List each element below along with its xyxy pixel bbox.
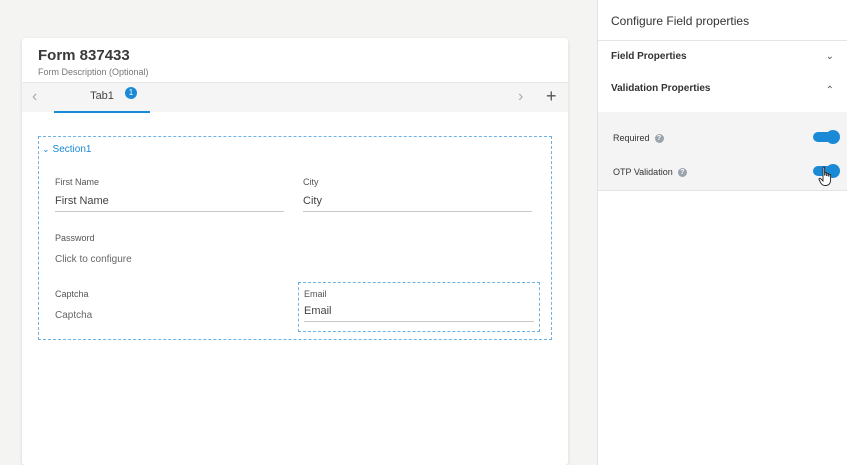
tab-tab1[interactable]: Tab1 1 — [54, 83, 150, 113]
accordion-validation-properties[interactable]: Validation Properties ⌃ — [598, 73, 847, 105]
otp-validation-label: OTP Validation? — [613, 167, 687, 178]
section-header[interactable]: ⌄ Section1 — [42, 144, 91, 155]
accordion-field-properties[interactable]: Field Properties ⌄ — [598, 41, 847, 73]
required-label: Required? — [613, 133, 664, 144]
form-card: Form 837433 Form Description (Optional) … — [22, 38, 568, 465]
field-configure-link[interactable]: Click to configure — [55, 254, 284, 265]
field-label: Captcha — [55, 289, 89, 299]
chevron-down-icon: ⌄ — [825, 51, 834, 62]
properties-panel: Configure Field properties Field Propert… — [597, 0, 847, 465]
validation-properties-body: Required? OTP Validation? — [598, 112, 847, 190]
first-name-field[interactable]: First Name First Name — [55, 177, 284, 212]
help-icon[interactable]: ? — [677, 168, 687, 178]
chevron-down-icon: ⌄ — [42, 144, 50, 154]
field-label: Password — [55, 233, 95, 243]
field-value: First Name — [55, 195, 109, 207]
field-underline — [303, 211, 532, 212]
prop-label-text: OTP Validation — [613, 167, 673, 177]
otp-validation-row: OTP Validation? — [598, 162, 847, 186]
chevron-right-icon[interactable]: › — [518, 88, 523, 106]
accordion-label: Field Properties — [611, 51, 687, 62]
section-title: Section1 — [52, 144, 92, 155]
field-label: Email — [304, 289, 327, 299]
email-field-selected[interactable]: Email Email — [298, 282, 540, 332]
plus-icon[interactable]: + — [546, 86, 557, 107]
divider — [598, 190, 847, 191]
panel-title: Configure Field properties — [611, 14, 750, 28]
form-title[interactable]: Form 837433 — [38, 47, 130, 64]
captcha-field[interactable]: Captcha Captcha — [55, 289, 284, 321]
tab-badge: 1 — [125, 87, 137, 99]
hand-pointer-icon — [818, 166, 832, 186]
tab-active-indicator — [54, 111, 150, 113]
tab-bar: ‹ Tab1 1 › + — [22, 82, 568, 113]
form-description[interactable]: Form Description (Optional) — [38, 67, 149, 77]
help-icon[interactable]: ? — [654, 134, 664, 144]
email-field[interactable]: Email Email — [304, 289, 534, 322]
field-value: Captcha — [55, 310, 93, 321]
required-row: Required? — [598, 128, 847, 152]
required-toggle[interactable] — [813, 130, 840, 144]
field-value: City — [303, 195, 322, 207]
password-field[interactable]: Password Click to configure — [55, 233, 284, 265]
chevron-left-icon[interactable]: ‹ — [32, 88, 37, 106]
form-canvas: Form 837433 Form Description (Optional) … — [0, 0, 597, 465]
chevron-up-icon: ⌃ — [825, 85, 834, 96]
toggle-knob — [826, 130, 840, 144]
city-field[interactable]: City City — [303, 177, 532, 212]
field-label: City — [303, 177, 319, 187]
prop-label-text: Required — [613, 133, 650, 143]
field-value: Email — [304, 305, 332, 317]
field-label: First Name — [55, 177, 100, 187]
field-underline — [304, 321, 534, 322]
accordion-label: Validation Properties — [611, 83, 711, 94]
field-underline — [55, 211, 284, 212]
